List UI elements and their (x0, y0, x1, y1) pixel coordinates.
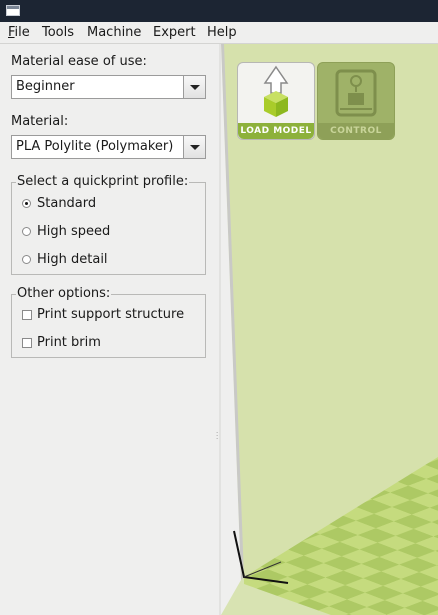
3d-viewport[interactable]: LOAD MODEL CONTROL (221, 44, 438, 615)
material-value: PLA Polylite (Polymaker) (16, 139, 174, 154)
load-model-icon (263, 65, 289, 117)
print-support-label: Print support structure (37, 307, 185, 322)
other-options-group: Other options: Print support structure P… (11, 286, 206, 358)
profile-high-speed-label: High speed (37, 224, 111, 239)
load-model-button[interactable]: LOAD MODEL (237, 62, 315, 140)
radio-icon[interactable] (22, 227, 31, 236)
menu-expert[interactable]: Expert (153, 25, 196, 40)
other-options-title: Other options: (16, 286, 112, 301)
radio-selected-icon[interactable] (22, 199, 31, 208)
menu-machine[interactable]: Machine (87, 25, 141, 40)
profile-standard-label: Standard (37, 196, 97, 211)
window-titlebar (0, 0, 438, 22)
settings-panel: Material ease of use: Beginner Material:… (0, 44, 219, 615)
material-ease-combo[interactable]: Beginner (11, 75, 206, 99)
profile-high-detail-label: High detail (37, 252, 108, 267)
control-label: CONTROL (318, 123, 394, 139)
window-icon[interactable] (6, 5, 20, 16)
checkbox-icon[interactable] (22, 338, 32, 348)
menu-file-rest: ile (14, 25, 30, 40)
material-label: Material: (11, 114, 69, 129)
material-ease-label: Material ease of use: (11, 54, 147, 69)
menu-bar: File Tools Machine Expert Help (0, 22, 438, 44)
load-model-label: LOAD MODEL (238, 123, 314, 139)
control-printer-icon (335, 69, 377, 117)
quickprint-profile-title: Select a quickprint profile: (16, 174, 190, 189)
control-button[interactable]: CONTROL (317, 62, 395, 140)
checkbox-icon[interactable] (22, 310, 32, 320)
material-combo[interactable]: PLA Polylite (Polymaker) (11, 135, 206, 159)
quickprint-profile-group: Select a quickprint profile: Standard Hi… (11, 174, 206, 275)
chevron-down-icon[interactable] (183, 76, 205, 98)
radio-icon[interactable] (22, 255, 31, 264)
menu-file[interactable]: File (8, 25, 30, 40)
chevron-down-icon[interactable] (183, 136, 205, 158)
material-ease-value: Beginner (16, 79, 75, 94)
print-brim-label: Print brim (37, 335, 101, 350)
menu-help[interactable]: Help (207, 25, 237, 40)
menu-tools[interactable]: Tools (42, 25, 74, 40)
splitter-grip-icon[interactable]: · · · (216, 430, 220, 443)
